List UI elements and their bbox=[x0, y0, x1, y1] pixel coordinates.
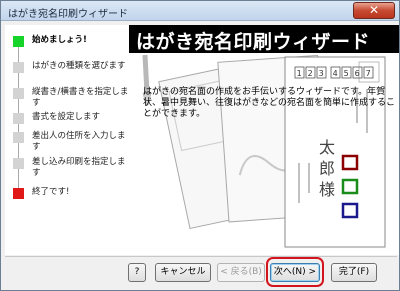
step-marker-icon bbox=[13, 62, 24, 73]
steps-pane: 始めましょう! はがきの種類を選びます 縦書き/横書きを指定します 書式を設定し… bbox=[5, 25, 129, 255]
close-button[interactable]: ✕ bbox=[353, 2, 395, 19]
next-button-highlight bbox=[266, 257, 324, 287]
step-label: 縦書き/横書きを指定します bbox=[32, 87, 129, 108]
step-marker-end-icon bbox=[13, 188, 24, 199]
postal-code-digit-0: 1 bbox=[297, 69, 302, 78]
step-label: はがきの種類を選びます bbox=[32, 61, 126, 71]
button-separator bbox=[5, 256, 397, 257]
postal-code-digit-2: 3 bbox=[319, 69, 324, 78]
color-box-red-icon bbox=[341, 154, 359, 171]
postal-code-digit-6: 7 bbox=[366, 69, 371, 78]
postal-code-digit-1: 2 bbox=[308, 69, 313, 78]
step-label: 差出人の住所を入力します bbox=[32, 131, 126, 152]
close-icon: ✕ bbox=[368, 3, 380, 17]
step-marker-icon bbox=[13, 113, 24, 124]
illustration-area: 1 2 3 4 5 6 7 太 郎 様 はがきの宛名面の作成をお手伝いするウィザ… bbox=[129, 53, 399, 255]
help-button[interactable]: ? bbox=[128, 263, 146, 282]
back-button[interactable]: < 戻る(B) bbox=[217, 263, 265, 282]
step-label: 差し込み印刷を指定します bbox=[32, 157, 126, 178]
color-box-green-icon bbox=[341, 178, 359, 195]
wizard-window: はがき宛名印刷ウィザード ✕ 始めましょう! はがきの種類を選びます 縦書き/横… bbox=[0, 0, 400, 291]
addressee-char-1: 郎 bbox=[319, 159, 335, 178]
help-icon: ? bbox=[134, 267, 140, 277]
postal-code-digit-3: 4 bbox=[333, 69, 338, 78]
title-bar: はがき宛名印刷ウィザード ✕ bbox=[1, 1, 399, 21]
step-label: 終了です! bbox=[32, 187, 70, 197]
step-label: 始めましょう! bbox=[32, 35, 87, 45]
addressee-char-0: 太 bbox=[319, 138, 335, 157]
step-marker-icon bbox=[13, 132, 24, 143]
step-marker-icon bbox=[13, 158, 24, 169]
step-marker-start-icon bbox=[13, 36, 24, 47]
postal-code-digit-4: 5 bbox=[344, 69, 349, 78]
step-label: 書式を設定します bbox=[32, 112, 101, 122]
wizard-description: はがきの宛名面の作成をお手伝いするウィザードです。年賀状、暑中見舞い、往復はがき… bbox=[143, 87, 396, 119]
step-marker-icon bbox=[13, 88, 24, 99]
postal-code-digit-5: 6 bbox=[355, 69, 360, 78]
front-postcard-icon: 1 2 3 4 5 6 7 太 郎 様 bbox=[284, 56, 386, 248]
postcards-illustration: 1 2 3 4 5 6 7 太 郎 様 bbox=[142, 54, 386, 248]
finish-button[interactable]: 完了(F) bbox=[331, 263, 377, 282]
banner-title: はがき宛名印刷ウィザード bbox=[136, 31, 371, 53]
wizard-banner: はがき宛名印刷ウィザード bbox=[129, 25, 399, 53]
window-title: はがき宛名印刷ウィザード bbox=[8, 9, 128, 20]
cancel-button[interactable]: キャンセル bbox=[155, 263, 211, 282]
color-box-blue-icon bbox=[341, 202, 359, 219]
addressee-char-2: 様 bbox=[319, 180, 335, 199]
